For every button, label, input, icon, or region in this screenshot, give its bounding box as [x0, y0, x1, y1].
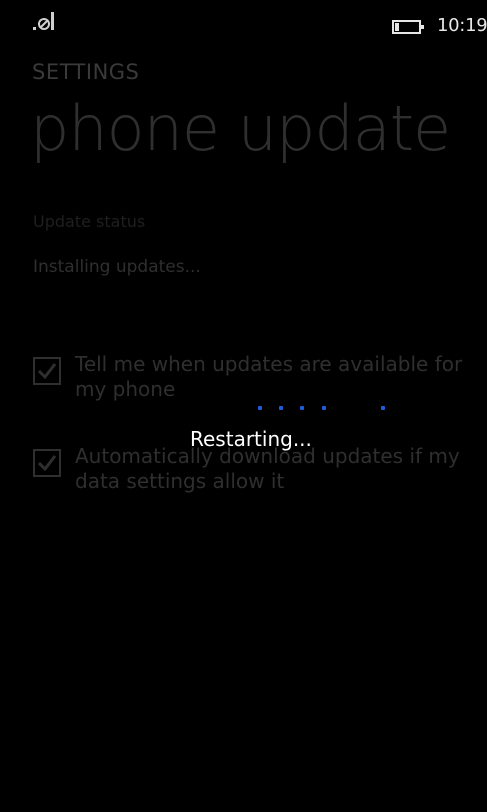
auto-download-checkbox[interactable] [33, 449, 61, 477]
update-status-value: Installing updates... [33, 257, 201, 277]
signal-off-icon [33, 12, 55, 30]
auto-download-label: Automatically download updates if my dat… [75, 444, 460, 493]
restarting-message: Restarting... [190, 427, 312, 451]
checkmark-icon [37, 455, 57, 472]
notify-updates-checkbox[interactable] [33, 357, 61, 385]
notify-updates-label: Tell me when updates are available for m… [75, 352, 463, 401]
phone-update-page: 10:19 SETTINGS phone update Update statu… [0, 0, 487, 812]
page-title: phone update [30, 92, 451, 165]
update-status-label: Update status [33, 212, 146, 231]
status-clock: 10:19 [437, 15, 487, 36]
battery-icon [392, 19, 425, 34]
status-bar: 10:19 [0, 0, 487, 40]
app-title: SETTINGS [32, 60, 140, 84]
checkmark-icon [37, 363, 57, 380]
